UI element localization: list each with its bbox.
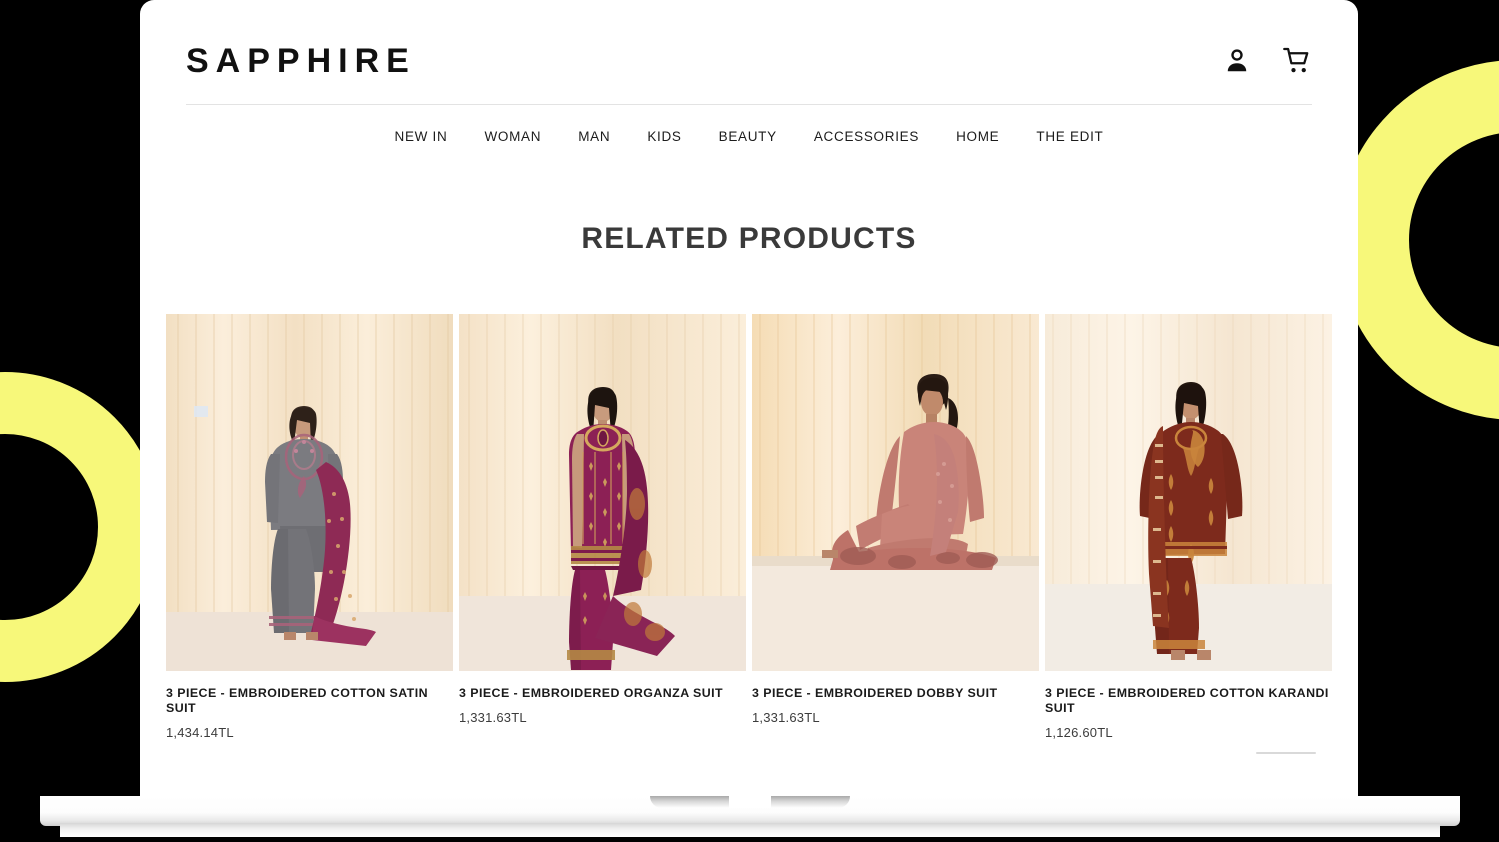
product-image[interactable]	[459, 314, 746, 671]
decorative-ring-left	[0, 372, 160, 682]
product-title[interactable]: 3 PIECE - EMBROIDERED COTTON KARANDI SUI…	[1045, 686, 1332, 716]
laptop-screen: SAPPHIRE NEW IN WOMAN MAN KIDS BEAUTY AC…	[140, 0, 1358, 800]
product-price: 1,434.14TL	[166, 724, 234, 740]
product-card[interactable]: 3 PIECE - EMBROIDERED COTTON KARANDI SUI…	[1045, 314, 1332, 740]
person-icon[interactable]	[1222, 46, 1252, 76]
nav-item-woman[interactable]: WOMAN	[484, 129, 541, 144]
product-card[interactable]: 3 PIECE - EMBROIDERED COTTON SATIN SUIT …	[166, 314, 453, 740]
nav-item-beauty[interactable]: BEAUTY	[719, 129, 777, 144]
related-products-carousel[interactable]: 3 PIECE - EMBROIDERED COTTON SATIN SUIT …	[140, 314, 1358, 740]
main-nav: NEW IN WOMAN MAN KIDS BEAUTY ACCESSORIES…	[140, 105, 1358, 144]
product-title[interactable]: 3 PIECE - EMBROIDERED COTTON SATIN SUIT	[166, 686, 453, 716]
page-title: RELATED PRODUCTS	[581, 222, 917, 255]
product-price: 1,331.63TL	[752, 709, 820, 725]
nav-item-man[interactable]: MAN	[578, 129, 610, 144]
nav-item-the-edit[interactable]: THE EDIT	[1036, 129, 1103, 144]
product-title[interactable]: 3 PIECE - EMBROIDERED DOBBY SUIT	[752, 686, 1039, 701]
scene: SAPPHIRE NEW IN WOMAN MAN KIDS BEAUTY AC…	[0, 0, 1499, 842]
product-price: 1,331.63TL	[459, 709, 527, 725]
laptop-base-shadow	[60, 823, 1440, 837]
product-image[interactable]	[1045, 314, 1332, 671]
product-title[interactable]: 3 PIECE - EMBROIDERED ORGANZA SUIT	[459, 686, 746, 701]
carousel-scrollbar[interactable]	[1256, 752, 1316, 754]
brand-logo[interactable]: SAPPHIRE	[186, 44, 416, 78]
header-actions	[1222, 46, 1312, 76]
nav-item-accessories[interactable]: ACCESSORIES	[814, 129, 919, 144]
laptop-base-notch	[649, 796, 850, 808]
shopping-cart-icon[interactable]	[1282, 46, 1312, 76]
site-header: SAPPHIRE	[140, 0, 1358, 78]
nav-item-home[interactable]: HOME	[956, 129, 999, 144]
product-price: 1,126.60TL	[1045, 724, 1113, 740]
product-image[interactable]	[752, 314, 1039, 671]
product-card[interactable]: 3 PIECE - EMBROIDERED DOBBY SUIT 1,331.6…	[752, 314, 1039, 725]
nav-item-kids[interactable]: KIDS	[647, 129, 681, 144]
product-image[interactable]	[166, 314, 453, 671]
nav-item-new-in[interactable]: NEW IN	[395, 129, 448, 144]
decorative-ring-right	[1337, 60, 1499, 420]
product-card[interactable]: 3 PIECE - EMBROIDERED ORGANZA SUIT 1,331…	[459, 314, 746, 725]
